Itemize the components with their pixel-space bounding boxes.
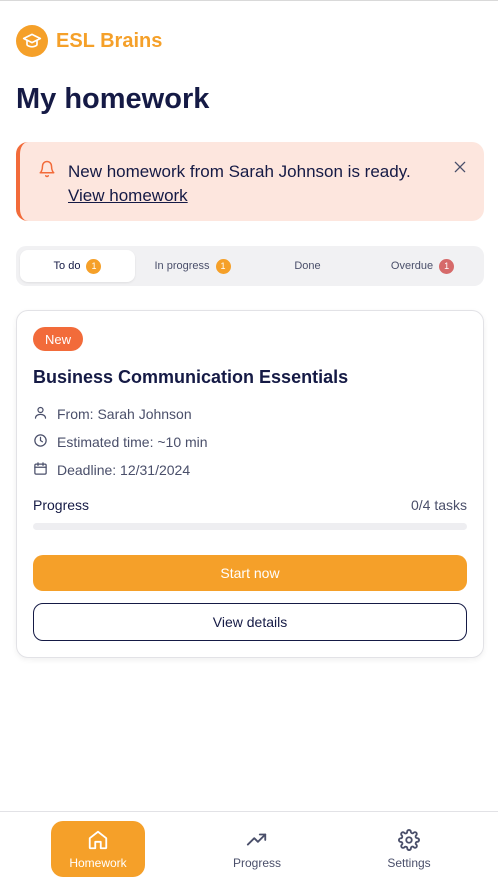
progress-label: Progress xyxy=(33,497,90,513)
homework-card: New Business Communication Essentials Fr… xyxy=(16,310,484,658)
start-now-button[interactable]: Start now xyxy=(33,555,467,591)
gear-icon xyxy=(398,828,420,854)
tab-in-progress[interactable]: In progress 1 xyxy=(135,250,250,282)
nav-label: Settings xyxy=(387,855,431,870)
deadline-text: Deadline: 12/31/2024 xyxy=(57,462,191,478)
homework-title: Business Communication Essentials xyxy=(33,367,349,387)
calendar-icon xyxy=(33,461,48,479)
time-row: Estimated time: ~10 min xyxy=(33,433,208,451)
status-badge: New xyxy=(33,327,84,351)
notification-message: New homework from Sarah Johnson is ready… xyxy=(68,162,411,181)
tab-count-badge: 1 xyxy=(86,258,102,274)
tab-to-do[interactable]: To do 1 xyxy=(20,250,135,282)
homework-tabs: To do 1 In progress 1 Done Overdue 1 xyxy=(16,246,484,286)
view-homework-link[interactable]: View homework xyxy=(68,184,411,208)
progress-bar xyxy=(33,523,467,530)
home-icon xyxy=(87,829,109,854)
tab-count-badge: 1 xyxy=(439,258,455,274)
bell-icon xyxy=(38,160,56,183)
tab-count-badge: 1 xyxy=(215,258,231,274)
notification-text: New homework from Sarah Johnson is ready… xyxy=(68,160,411,208)
tab-label: Done xyxy=(294,260,321,272)
graduation-cap-icon xyxy=(16,25,48,57)
progress-count: 0/4 tasks xyxy=(410,497,467,513)
bottom-nav: Homework Progress Settings xyxy=(0,811,498,881)
notification-banner: New homework from Sarah Johnson is ready… xyxy=(16,142,484,221)
nav-settings[interactable]: Settings xyxy=(362,821,456,877)
tab-overdue[interactable]: Overdue 1 xyxy=(365,250,480,282)
clock-icon xyxy=(33,433,48,451)
from-text: From: Sarah Johnson xyxy=(57,406,192,422)
tab-done[interactable]: Done xyxy=(250,250,365,282)
app-header: ESL Brains xyxy=(16,25,162,57)
deadline-row: Deadline: 12/31/2024 xyxy=(33,461,190,479)
nav-progress[interactable]: Progress xyxy=(210,821,304,877)
page-title: My homework xyxy=(16,83,210,115)
nav-label: Homework xyxy=(69,855,127,870)
nav-homework[interactable]: Homework xyxy=(51,821,145,877)
app-name: ESL Brains xyxy=(56,29,163,52)
close-icon[interactable] xyxy=(452,159,468,180)
estimated-time-text: Estimated time: ~10 min xyxy=(57,434,208,450)
user-icon xyxy=(33,405,48,423)
from-row: From: Sarah Johnson xyxy=(33,405,192,423)
nav-label: Progress xyxy=(232,855,282,870)
view-details-button[interactable]: View details xyxy=(33,603,467,641)
tab-label: In progress xyxy=(154,260,210,272)
tab-label: To do xyxy=(53,260,81,272)
trending-up-icon xyxy=(246,829,268,854)
tab-label: Overdue xyxy=(390,260,434,272)
